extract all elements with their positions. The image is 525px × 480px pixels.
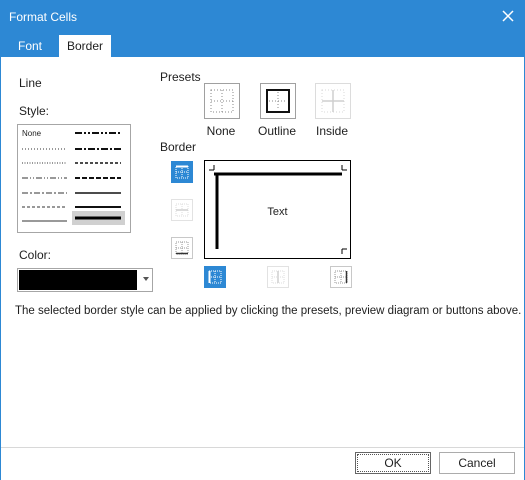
border-left-icon <box>208 270 222 284</box>
preset-inside-label: Inside <box>315 124 349 138</box>
cancel-button[interactable]: Cancel <box>439 452 515 474</box>
color-picker[interactable] <box>17 268 153 292</box>
window-title: Format Cells <box>9 10 78 24</box>
preset-inside-icon <box>321 89 345 113</box>
close-icon[interactable] <box>498 6 518 26</box>
border-preview[interactable]: Text <box>204 160 351 259</box>
tab-font[interactable]: Font <box>7 35 53 57</box>
chevron-down-icon[interactable] <box>143 277 149 281</box>
title-bar: Format Cells <box>1 1 524 32</box>
preset-outline-label: Outline <box>257 124 297 138</box>
preset-none-button[interactable] <box>204 83 240 119</box>
border-middle-vertical-icon <box>271 270 285 284</box>
border-top-icon <box>175 165 189 179</box>
border-right-button[interactable] <box>330 266 352 288</box>
preset-outline-button[interactable] <box>260 83 296 119</box>
border-middle-horizontal-button[interactable] <box>171 199 193 221</box>
tab-strip: Font Border <box>1 32 524 57</box>
tab-border[interactable]: Border <box>59 35 111 57</box>
border-label: Border <box>160 140 197 154</box>
border-middle-vertical-button[interactable] <box>267 266 289 288</box>
line-style-swatches <box>22 132 125 225</box>
line-section-label: Line <box>19 76 42 90</box>
preview-text: Text <box>267 206 288 218</box>
color-swatch <box>19 270 137 290</box>
border-top-button[interactable] <box>171 161 193 183</box>
format-cells-dialog: Format Cells Font Border Line Style: Non… <box>0 0 525 480</box>
style-label: Style: <box>19 104 50 118</box>
line-style-list[interactable]: None <box>17 124 131 233</box>
border-middle-horizontal-icon <box>175 203 189 217</box>
border-right-icon <box>334 270 348 284</box>
preset-none-label: None <box>206 124 236 138</box>
color-label: Color: <box>19 248 52 262</box>
presets-label: Presets <box>160 70 201 84</box>
border-bottom-icon <box>175 241 189 255</box>
border-left-button[interactable] <box>204 266 226 288</box>
ok-button[interactable]: OK <box>355 452 431 474</box>
hint-text: The selected border style can be applied… <box>15 305 522 317</box>
preset-none-icon <box>210 89 234 113</box>
focus-rect <box>357 454 429 472</box>
preset-inside-button[interactable] <box>315 83 351 119</box>
border-bottom-button[interactable] <box>171 237 193 259</box>
preset-outline-icon <box>266 89 290 113</box>
